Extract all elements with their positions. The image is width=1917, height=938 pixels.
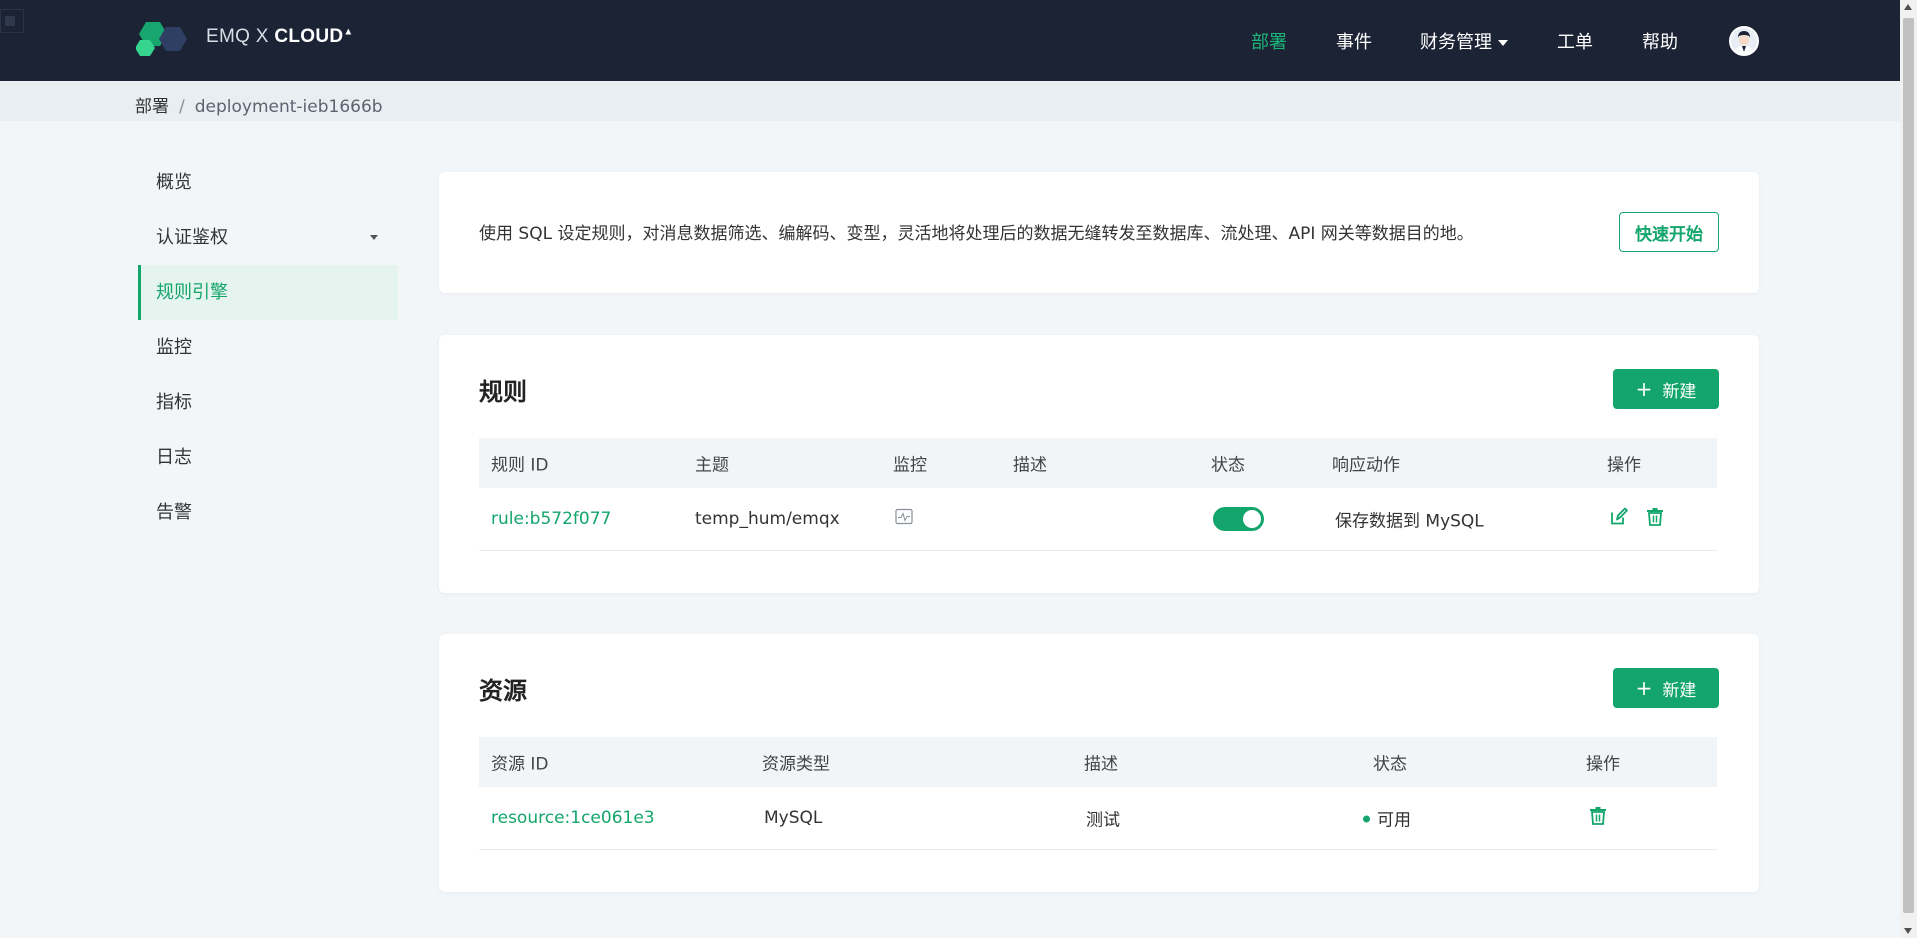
logo[interactable]: EMQ X CLOUD▲: [136, 18, 354, 56]
chevron-down-icon: [370, 235, 378, 240]
avatar[interactable]: [1729, 26, 1759, 56]
plus-icon: +: [1635, 377, 1653, 401]
resource-status: 可用: [1363, 806, 1411, 831]
rules-table: 规则 ID 主题 监控 描述 状态 响应动作 操作 rule:b572f077 …: [479, 438, 1717, 551]
quick-start-button[interactable]: 快速开始: [1619, 212, 1719, 252]
col-monitor: 监控: [893, 455, 927, 476]
col-topic: 主题: [695, 455, 729, 476]
sidebar: 概览 认证鉴权 规则引擎 监控 指标 日志 告警: [138, 155, 398, 540]
status-dot-icon: [1363, 815, 1370, 822]
col-action: 响应动作: [1332, 455, 1400, 476]
new-resource-button[interactable]: + 新建: [1613, 668, 1719, 708]
sidebar-item-metrics[interactable]: 指标: [138, 375, 398, 430]
window-corner-icon: [0, 9, 24, 33]
resource-description: 测试: [1086, 810, 1120, 831]
sidebar-item-monitor[interactable]: 监控: [138, 320, 398, 375]
rule-topic: temp_hum/emqx: [695, 509, 840, 529]
chevron-down-icon: [1498, 40, 1508, 46]
breadcrumb-root[interactable]: 部署: [135, 97, 169, 117]
scrollbar-thumb[interactable]: [1903, 18, 1914, 913]
nav-help[interactable]: 帮助: [1642, 28, 1678, 54]
rule-id-link[interactable]: rule:b572f077: [491, 509, 611, 529]
new-resource-label: 新建: [1662, 680, 1697, 701]
breadcrumb: 部署 / deployment-ieb1666b: [135, 92, 383, 117]
resource-id-link[interactable]: resource:1ce061e3: [491, 808, 655, 828]
toggle-switch: [1213, 507, 1264, 531]
nav-tickets[interactable]: 工单: [1557, 28, 1593, 54]
sidebar-item-rule-engine[interactable]: 规则引擎: [138, 265, 398, 320]
nav-deploy[interactable]: 部署: [1251, 28, 1287, 54]
rule-status-toggle[interactable]: [1213, 507, 1264, 531]
table-row: rule:b572f077 temp_hum/emqx 保存数据到 MySQL: [479, 488, 1717, 551]
table-row: resource:1ce061e3 MySQL 测试 可用: [479, 787, 1717, 850]
nav-finance-label: 财务管理: [1420, 32, 1492, 53]
new-rule-label: 新建: [1662, 381, 1697, 402]
sidebar-item-logs[interactable]: 日志: [138, 430, 398, 485]
col-rule-id: 规则 ID: [491, 455, 549, 476]
scroll-down-icon[interactable]: [1904, 928, 1912, 934]
resources-card: 资源 + 新建 资源 ID 资源类型 描述 状态 操作 resource:1ce0…: [439, 634, 1759, 892]
rules-table-header: 规则 ID 主题 监控 描述 状态 响应动作 操作: [479, 438, 1717, 488]
scroll-up-icon[interactable]: [1904, 4, 1912, 10]
user-avatar-icon: [1731, 28, 1757, 54]
top-navbar: EMQ X CLOUD▲ 部署 事件 财务管理 工单 帮助: [0, 0, 1900, 81]
resources-table-header: 资源 ID 资源类型 描述 状态 操作: [479, 737, 1717, 787]
resource-status-label: 可用: [1377, 810, 1411, 831]
logo-text: EMQ X CLOUD▲: [206, 26, 354, 47]
breadcrumb-current: deployment-ieb1666b: [194, 97, 383, 117]
intro-card: 使用 SQL 设定规则，对消息数据筛选、编解码、变型，灵活地将处理后的数据无缝转…: [439, 172, 1759, 293]
delete-icon[interactable]: [1645, 507, 1665, 532]
sidebar-item-label: 认证鉴权: [156, 227, 228, 248]
sidebar-item-auth[interactable]: 认证鉴权: [138, 210, 398, 265]
col-status: 状态: [1373, 754, 1407, 775]
intro-text: 使用 SQL 设定规则，对消息数据筛选、编解码、变型，灵活地将处理后的数据无缝转…: [479, 224, 1474, 244]
new-rule-button[interactable]: + 新建: [1613, 369, 1719, 409]
resources-title: 资源: [479, 677, 527, 705]
col-operations: 操作: [1607, 455, 1641, 476]
rule-action: 保存数据到 MySQL: [1335, 511, 1484, 532]
col-operations: 操作: [1586, 754, 1620, 775]
resources-table: 资源 ID 资源类型 描述 状态 操作 resource:1ce061e3 My…: [479, 737, 1717, 850]
resource-type: MySQL: [764, 808, 823, 828]
nav-finance[interactable]: 财务管理: [1420, 28, 1508, 54]
monitor-chart-icon[interactable]: [895, 508, 913, 530]
sidebar-item-alerts[interactable]: 告警: [138, 485, 398, 540]
nav-events[interactable]: 事件: [1336, 28, 1372, 54]
col-description: 描述: [1084, 754, 1118, 775]
col-resource-type: 资源类型: [762, 754, 830, 775]
emqx-logo-icon: [136, 22, 187, 56]
col-status: 状态: [1211, 455, 1245, 476]
breadcrumb-separator: /: [179, 97, 185, 117]
rules-title: 规则: [479, 378, 527, 406]
sidebar-item-overview[interactable]: 概览: [138, 155, 398, 210]
col-resource-id: 资源 ID: [491, 754, 549, 775]
plus-icon: +: [1635, 676, 1653, 700]
delete-icon[interactable]: [1588, 806, 1608, 831]
page-scrollbar[interactable]: [1900, 0, 1917, 938]
col-description: 描述: [1013, 455, 1047, 476]
rules-card: 规则 + 新建 规则 ID 主题 监控 描述 状态 响应动作 操作 rule:b5…: [439, 335, 1759, 593]
edit-icon[interactable]: [1609, 507, 1629, 532]
breadcrumb-bar: 部署 / deployment-ieb1666b: [0, 81, 1900, 121]
